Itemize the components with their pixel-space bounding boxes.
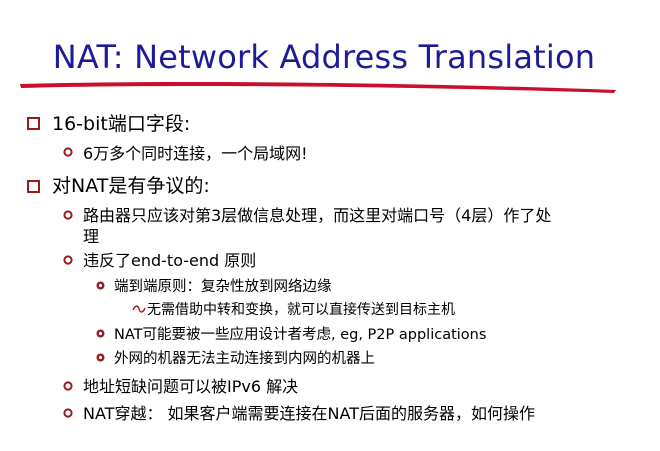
circle-bullet-icon — [63, 210, 73, 220]
bullet-text: 6万多个同时连接，一个局域网! — [83, 144, 308, 163]
circle-bullet-icon — [63, 147, 73, 157]
circle-bullet-icon — [63, 255, 73, 265]
curl-bullet-icon — [132, 304, 146, 314]
circle-bullet-icon — [63, 381, 73, 391]
bullet-text: 外网的机器无法主动连接到内网的机器上 — [114, 351, 375, 367]
ring-bullet-icon — [96, 353, 105, 362]
bullet-text: 地址短缺问题可以被IPv6 解决 — [83, 377, 299, 396]
ring-bullet-icon — [96, 281, 105, 290]
bullet-text: NAT穿越： 如果客户端需要连接在NAT后面的服务器，如何操作 — [83, 404, 535, 423]
square-bullet-icon — [27, 180, 40, 193]
bullet-text: 16-bit端口字段: — [52, 113, 191, 135]
bullet-text: 端到端原则：复杂性放到网络边缘 — [114, 279, 332, 295]
slide-title: NAT: Network Address Translation — [52, 38, 596, 76]
title-underline — [20, 82, 616, 93]
bullet-text: 对NAT是有争议的: — [52, 175, 210, 197]
circle-bullet-icon — [63, 408, 73, 418]
square-bullet-icon — [27, 117, 40, 130]
bullet-text: 路由器只应该对第3层做信息处理，而这里对端口号（4层）作了处 — [83, 206, 552, 225]
bullet-text: 无需借助中转和变换，就可以直接传送到目标主机 — [147, 302, 455, 318]
ring-bullet-icon — [96, 329, 105, 338]
bullet-text: 违反了end-to-end 原则 — [83, 251, 257, 270]
bullet-text-continuation: 理 — [83, 227, 100, 246]
bullet-text: NAT可能要被一些应用设计者考虑, eg, P2P applications — [114, 327, 487, 343]
